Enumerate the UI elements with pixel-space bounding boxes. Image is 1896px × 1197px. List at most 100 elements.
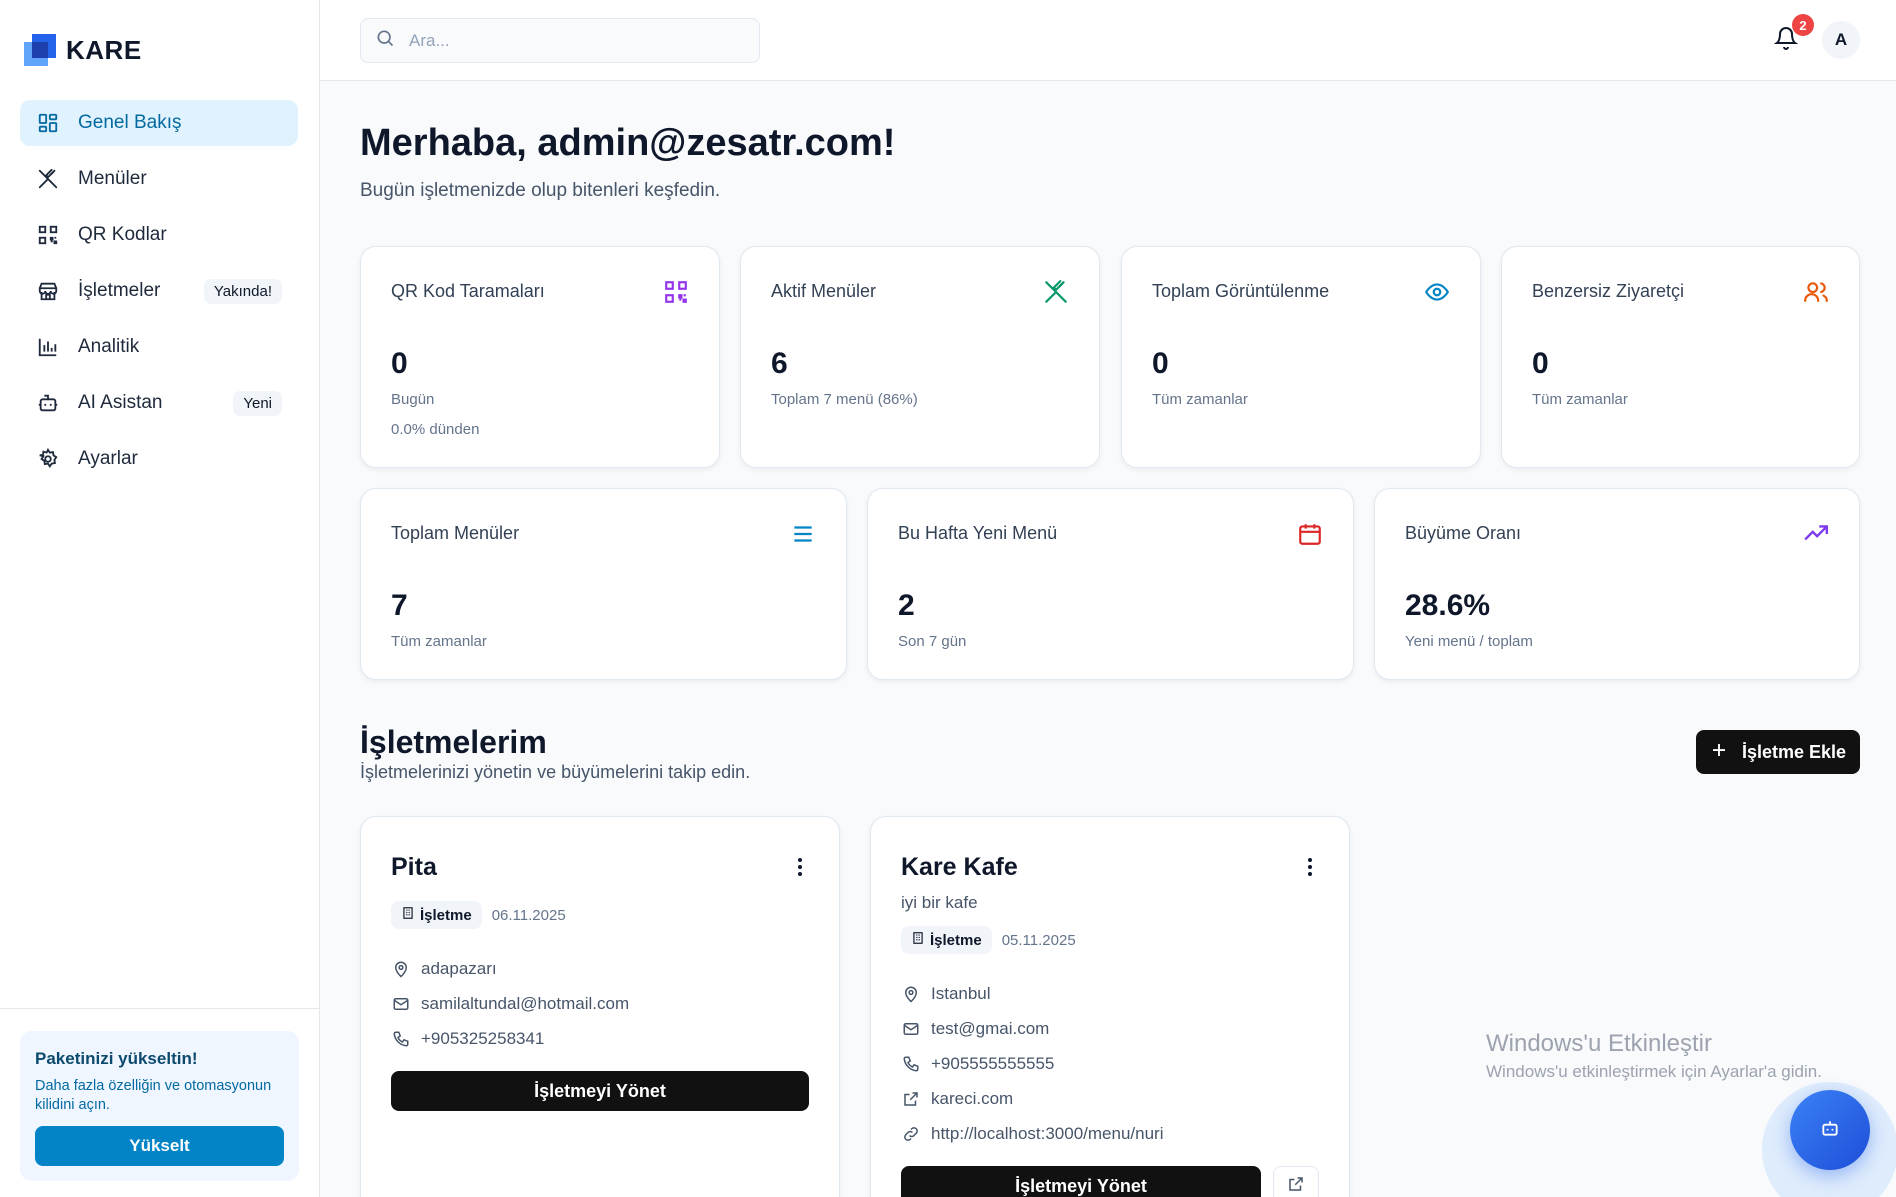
- phone-icon: [901, 1054, 921, 1074]
- business-location: Istanbul: [901, 984, 991, 1004]
- sidebar-item-label: Analitik: [78, 336, 140, 357]
- business-menu-link[interactable]: http://localhost:3000/menu/nuri: [901, 1124, 1163, 1144]
- plus-icon: [1710, 741, 1728, 764]
- business-website[interactable]: kareci.com: [901, 1089, 1013, 1109]
- page-subtitle: Bugün işletmenizde olup bitenleri keşfed…: [360, 180, 721, 201]
- sidebar-item-label: Ayarlar: [78, 448, 138, 469]
- more-vertical-icon[interactable]: [1307, 857, 1313, 877]
- upgrade-card: Paketinizi yükseltin! Daha fazla özelliğ…: [20, 1031, 299, 1181]
- topbar: Ara... 2 A: [320, 0, 1896, 81]
- open-external-button[interactable]: [1273, 1166, 1319, 1197]
- map-pin-icon: [391, 959, 411, 979]
- new-badge: Yeni: [233, 390, 282, 416]
- search-input[interactable]: Ara...: [360, 18, 760, 63]
- stat-subtext: Bugün: [391, 391, 435, 408]
- avatar[interactable]: A: [1822, 21, 1860, 59]
- sidebar-item-ayarlar[interactable]: Ayarlar: [20, 436, 298, 482]
- business-type-label: İşletme: [930, 931, 982, 949]
- business-phone: +905555555555: [901, 1054, 1054, 1074]
- windows-activation-watermark: Windows'u Etkinleştir Windows'u etkinleş…: [1486, 1030, 1822, 1082]
- business-card-kare-kafe: Kare Kafe iyi bir kafe İşletme 05.11.202…: [870, 816, 1350, 1197]
- stat-card-new-this-week: Bu Hafta Yeni Menü 2 Son 7 gün: [867, 488, 1354, 680]
- add-business-label: İşletme Ekle: [1741, 741, 1847, 762]
- stat-value: 28.6%: [1405, 589, 1491, 622]
- stat-title: QR Kod Taramaları: [391, 281, 545, 301]
- watermark-title: Windows'u Etkinleştir: [1486, 1030, 1712, 1057]
- stat-card-unique-visitors: Benzersiz Ziyaretçi 0 Tüm zamanlar: [1501, 246, 1860, 468]
- eye-icon: [1424, 279, 1450, 305]
- business-email: test@gmai.com: [901, 1019, 1049, 1039]
- stat-subtext: Yeni menü / toplam: [1405, 633, 1533, 650]
- manage-business-button[interactable]: İşletmeyi Yönet: [391, 1071, 809, 1111]
- section-title: İşletmelerim: [360, 724, 547, 760]
- business-type-badge: İşletme: [391, 901, 482, 929]
- business-email: samilaltundal@hotmail.com: [391, 994, 629, 1014]
- more-vertical-icon[interactable]: [797, 857, 803, 877]
- external-link-icon: [901, 1089, 921, 1109]
- search-placeholder: Ara...: [409, 30, 450, 50]
- sidebar-item-label: İşletmeler: [78, 280, 161, 301]
- business-type-badge: İşletme: [901, 926, 992, 954]
- stat-value: 0: [1532, 347, 1549, 380]
- stat-value: 2: [898, 589, 915, 622]
- bot-icon: [1820, 1118, 1840, 1143]
- settings-icon: [36, 447, 60, 471]
- stat-title: Aktif Menüler: [771, 281, 877, 301]
- business-phone: +905325258341: [391, 1029, 544, 1049]
- sidebar-item-isletmeler[interactable]: İşletmeler Yakında!: [20, 268, 298, 314]
- stat-card-growth-rate: Büyüme Oranı 28.6% Yeni menü / toplam: [1374, 488, 1860, 680]
- mail-icon: [901, 1019, 921, 1039]
- email-text: samilaltundal@hotmail.com: [421, 994, 630, 1013]
- business-date: 05.11.2025: [1001, 931, 1076, 949]
- qr-code-icon: [663, 279, 689, 305]
- logo-icon: [24, 34, 56, 66]
- sidebar-item-analitik[interactable]: Analitik: [20, 324, 298, 370]
- stat-card-total-menus: Toplam Menüler 7 Tüm zamanlar: [360, 488, 847, 680]
- section-subtitle: İşletmelerinizi yönetin ve büyümelerini …: [360, 762, 751, 782]
- sidebar-item-label: AI Asistan: [78, 392, 163, 413]
- phone-text: +905325258341: [421, 1029, 545, 1048]
- business-date: 06.11.2025: [491, 906, 566, 924]
- bot-icon: [36, 391, 60, 415]
- stat-card-active-menus: Aktif Menüler 6 Toplam 7 menü (86%): [740, 246, 1100, 468]
- stat-title: Toplam Görüntülenme: [1152, 281, 1330, 301]
- location-text: adapazarı: [421, 959, 497, 978]
- stat-subtext: Toplam 7 menü (86%): [771, 391, 918, 408]
- stat-subtext: Son 7 gün: [898, 633, 967, 650]
- external-link-icon: [1287, 1175, 1305, 1197]
- business-name: Pita: [391, 853, 437, 881]
- stat-change: 0.0% dünden: [391, 421, 480, 438]
- stat-value: 0: [391, 347, 408, 380]
- business-meta: İşletme 06.11.2025: [391, 901, 566, 929]
- calendar-icon: [1297, 521, 1323, 547]
- sidebar-item-ai-asistan[interactable]: AI Asistan Yeni: [20, 380, 298, 426]
- business-name: Kare Kafe: [901, 853, 1018, 881]
- app-logo[interactable]: KARE: [24, 34, 142, 66]
- manage-business-button[interactable]: İşletmeyi Yönet: [901, 1166, 1261, 1197]
- sidebar-item-qr-kodlar[interactable]: QR Kodlar: [20, 212, 298, 258]
- sidebar-nav: Genel Bakış Menüler QR Kodlar İşletmeler…: [20, 100, 298, 492]
- ai-assistant-fab[interactable]: [1790, 1090, 1870, 1170]
- stat-value: 6: [771, 347, 788, 380]
- upgrade-button[interactable]: Yükselt: [35, 1126, 284, 1166]
- email-text: test@gmai.com: [931, 1019, 1050, 1038]
- stat-title: Bu Hafta Yeni Menü: [898, 523, 1058, 543]
- trending-up-icon: [1803, 521, 1829, 547]
- sidebar: KARE Genel Bakış Menüler QR Kodlar İşlet…: [0, 0, 320, 1197]
- stat-subtext: Tüm zamanlar: [391, 633, 487, 650]
- sidebar-item-label: Genel Bakış: [78, 112, 182, 133]
- sidebar-footer: Paketinizi yükseltin! Daha fazla özelliğ…: [0, 1008, 320, 1197]
- sidebar-item-label: QR Kodlar: [78, 224, 167, 245]
- link-icon: [901, 1124, 921, 1144]
- sidebar-item-menuler[interactable]: Menüler: [20, 156, 298, 202]
- app-name: KARE: [66, 34, 142, 65]
- upgrade-title: Paketinizi yükseltin!: [35, 1049, 198, 1068]
- stat-value: 7: [391, 589, 408, 622]
- sidebar-item-genel-bakis[interactable]: Genel Bakış: [20, 100, 298, 146]
- add-business-button[interactable]: İşletme Ekle: [1696, 730, 1860, 774]
- store-icon: [36, 279, 60, 303]
- stat-subtext: Tüm zamanlar: [1152, 391, 1248, 408]
- utensils-crossed-icon: [1043, 279, 1069, 305]
- location-text: Istanbul: [931, 984, 991, 1003]
- stat-value: 0: [1152, 347, 1169, 380]
